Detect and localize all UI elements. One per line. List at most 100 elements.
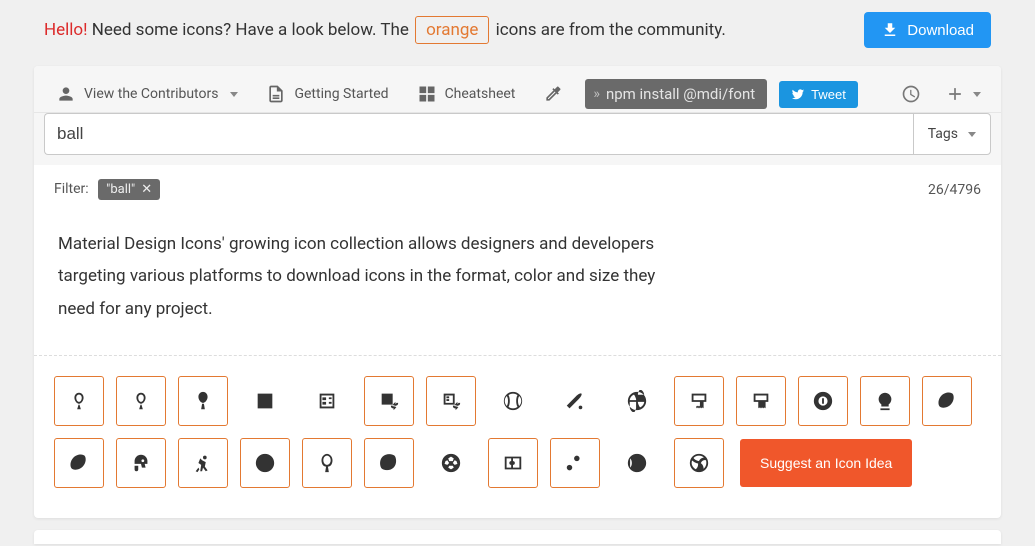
chevron-right-icon: »: [593, 86, 600, 102]
balloon-icon: [192, 390, 214, 412]
icon-tile-volleyball[interactable]: [674, 438, 724, 488]
volleyball-icon: [688, 452, 710, 474]
soccer-icon: [440, 452, 462, 474]
icon-tile-football-australian[interactable]: [54, 438, 104, 488]
icon-tile-balloon-outline[interactable]: [54, 376, 104, 426]
billiards-icon: [812, 390, 834, 412]
basketball-hoop-icon: [688, 390, 710, 412]
tweet-label: Tweet: [811, 87, 846, 102]
person-icon: [56, 84, 76, 104]
filter-row: Filter: "ball" ✕ 26/4796: [34, 165, 1001, 210]
filter-left: Filter: "ball" ✕: [54, 179, 160, 200]
icon-tile-football-helmet[interactable]: [116, 438, 166, 488]
download-button[interactable]: Download: [864, 12, 991, 48]
icon-tile-pokeball[interactable]: [240, 438, 290, 488]
document-icon: [266, 84, 286, 104]
pokeball-icon: [254, 452, 276, 474]
tennis-ball-icon: [626, 452, 648, 474]
filter-label: Filter:: [54, 181, 89, 197]
ballot-icon: [254, 390, 276, 412]
icon-tile-handball[interactable]: [178, 438, 228, 488]
eyedropper-button[interactable]: [531, 76, 575, 112]
balloon-outline-2-icon: [130, 390, 152, 412]
divider: [34, 355, 1001, 356]
icon-tile-soccer[interactable]: [426, 438, 476, 488]
npm-command: npm install @mdi/font: [606, 85, 755, 103]
handball-icon: [192, 452, 214, 474]
download-icon: [881, 21, 899, 39]
icon-tile-basketball-hoop-outline[interactable]: [736, 376, 786, 426]
icon-tile-basketball-hoop[interactable]: [674, 376, 724, 426]
getting-started-label: Getting Started: [294, 86, 388, 102]
next-panel-peek: [34, 530, 1001, 544]
icon-tile-tennis-ball[interactable]: [612, 438, 662, 488]
download-label: Download: [907, 22, 974, 39]
contributors-label: View the Contributors: [84, 86, 218, 102]
basketball-hoop-outline-icon: [750, 390, 772, 412]
getting-started-link[interactable]: Getting Started: [254, 76, 400, 112]
search-input[interactable]: [44, 113, 913, 155]
suggest-icon-button[interactable]: Suggest an Icon Idea: [740, 439, 912, 487]
icon-tile-crystal-ball[interactable]: [860, 376, 910, 426]
soccer-field-icon: [502, 452, 524, 474]
ballot-outline-icon: [316, 390, 338, 412]
baseball-bat-icon: [564, 390, 586, 412]
twitter-icon: [791, 87, 805, 101]
orange-chip: orange: [415, 16, 489, 44]
npm-install-pill[interactable]: » npm install @mdi/font: [585, 79, 767, 109]
ballot-recount-icon: [378, 390, 400, 412]
result-count: 26/4796: [928, 182, 981, 198]
icon-tile-ballot-recount[interactable]: [364, 376, 414, 426]
basketball-icon: [626, 390, 648, 412]
intro-text: Material Design Icons' growing icon coll…: [34, 210, 694, 355]
racquetball-icon: [316, 452, 338, 474]
tags-label: Tags: [928, 126, 958, 142]
filter-chip[interactable]: "ball" ✕: [98, 179, 160, 200]
icon-tile-ballot-outline[interactable]: [302, 376, 352, 426]
close-icon[interactable]: ✕: [141, 182, 152, 197]
rugby-icon: [378, 452, 400, 474]
chevron-down-icon: [230, 92, 238, 97]
icon-tile-racquetball[interactable]: [302, 438, 352, 488]
icon-tile-balloon-outline-2[interactable]: [116, 376, 166, 426]
hello-text: Hello!: [44, 20, 88, 40]
icon-tile-baseball-bat[interactable]: [550, 376, 600, 426]
chevron-down-icon: [968, 132, 976, 137]
tags-dropdown[interactable]: Tags: [913, 113, 991, 155]
strategy-icon: [564, 452, 586, 474]
tweet-button[interactable]: Tweet: [779, 81, 858, 108]
football-icon: [936, 390, 958, 412]
icon-tile-strategy[interactable]: [550, 438, 600, 488]
icon-tile-balloon[interactable]: [178, 376, 228, 426]
icon-tile-ballot-recount-outline[interactable]: [426, 376, 476, 426]
icon-tile-football[interactable]: [922, 376, 972, 426]
search-row: Tags: [34, 113, 1001, 165]
toolbar: View the Contributors Getting Started Ch…: [34, 66, 1001, 113]
banner-text-2: icons are from the community.: [491, 20, 725, 40]
banner-text: Hello! Need some icons? Have a look belo…: [44, 16, 726, 44]
icon-tile-rugby[interactable]: [364, 438, 414, 488]
add-dropdown[interactable]: [935, 78, 991, 110]
plus-icon: [945, 84, 965, 104]
eyedropper-icon: [543, 84, 563, 104]
football-helmet-icon: [130, 452, 152, 474]
contributors-dropdown[interactable]: View the Contributors: [44, 76, 250, 112]
cheatsheet-link[interactable]: Cheatsheet: [405, 76, 528, 112]
icon-tile-ballot[interactable]: [240, 376, 290, 426]
clock-icon: [901, 84, 921, 104]
balloon-outline-icon: [68, 390, 90, 412]
ballot-recount-outline-icon: [440, 390, 462, 412]
cheatsheet-label: Cheatsheet: [445, 86, 516, 102]
icon-grid: Suggest an Icon Idea: [34, 376, 1001, 518]
banner-text-1: Need some icons? Have a look below. The: [88, 20, 414, 40]
grid-icon: [417, 84, 437, 104]
football-australian-icon: [68, 452, 90, 474]
icon-tile-basketball[interactable]: [612, 376, 662, 426]
baseball-icon: [502, 390, 524, 412]
history-button[interactable]: [891, 78, 931, 110]
icon-tile-soccer-field[interactable]: [488, 438, 538, 488]
icon-tile-billiards[interactable]: [798, 376, 848, 426]
icon-tile-baseball[interactable]: [488, 376, 538, 426]
chevron-down-icon: [973, 92, 981, 97]
main-panel: View the Contributors Getting Started Ch…: [34, 66, 1001, 518]
